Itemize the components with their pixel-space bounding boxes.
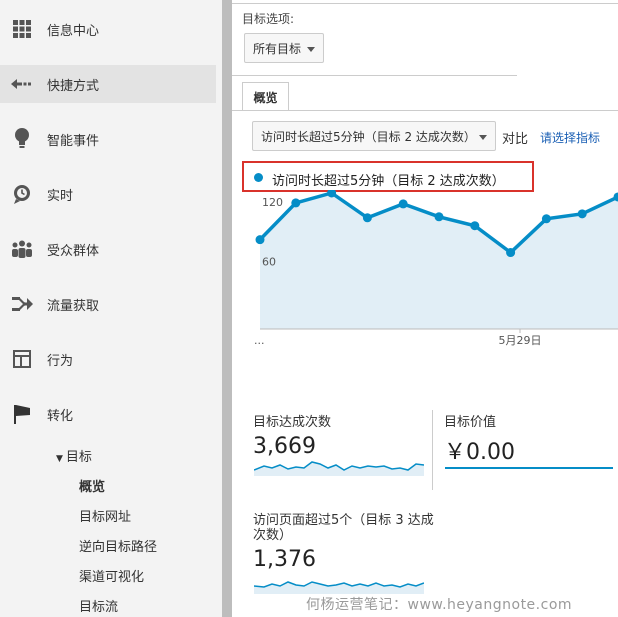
sidebar-item-label: 信息中心	[47, 23, 100, 39]
sidebar-item-goals[interactable]: ▼ 目标	[56, 446, 92, 465]
legend-dot	[254, 173, 263, 182]
goal-value-sparkline	[445, 467, 613, 469]
data-point[interactable]	[398, 199, 408, 209]
pages-goal-sparkline	[254, 581, 424, 594]
goal-select-value: 所有目标	[253, 41, 302, 56]
data-point[interactable]	[541, 214, 551, 224]
sidebar-item-shortcuts[interactable]: 快捷方式	[0, 65, 216, 103]
sidebar-item-behavior[interactable]: 行为	[0, 340, 216, 378]
goal-select[interactable]: 所有目标	[244, 33, 324, 63]
divider	[232, 3, 618, 4]
sidebar-item-goal-flow[interactable]: 目标流	[79, 596, 118, 615]
pages-goal-label: 访问页面超过5个（目标 3 达成次数）	[253, 513, 434, 543]
sidebar-item-label: 转化	[47, 408, 74, 424]
sidebar-scrollbar[interactable]	[222, 0, 232, 617]
data-point[interactable]	[506, 248, 516, 258]
sidebar-item-audience[interactable]: 受众群体	[0, 230, 216, 268]
sidebar-item-label: 快捷方式	[47, 78, 100, 94]
legend-highlight: 访问时长超过5分钟（目标 2 达成次数）	[242, 161, 534, 192]
sidebar-item-dashboard[interactable]: 信息中心	[0, 10, 216, 48]
sidebar-item-acquisition[interactable]: 流量获取	[0, 285, 216, 323]
goal-options-label: 目标选项:	[242, 12, 295, 26]
tab-overview[interactable]: 概览	[242, 82, 289, 111]
y-tick-label: 60	[262, 255, 276, 268]
legend-label: 访问时长超过5分钟（目标 2 达成次数）	[272, 174, 505, 189]
goal-completions-chart[interactable]: 120 60... 5月29日	[232, 190, 618, 360]
sidebar-item-goals-overview[interactable]: 概览	[79, 476, 105, 495]
data-point[interactable]	[255, 235, 265, 245]
goal-value-label: 目标价值	[444, 415, 497, 430]
sidebar-item-funnel-visualization[interactable]: 渠道可视化	[79, 566, 144, 585]
metric-select-value: 访问时长超过5分钟（目标 2 达成次数）	[261, 129, 476, 144]
merge-arrow-icon	[11, 293, 33, 315]
pages-goal-value: 1,376	[253, 547, 316, 572]
flag-icon	[11, 403, 33, 425]
caret-down-icon	[479, 135, 487, 140]
sidebar-item-label: 实时	[47, 188, 74, 204]
grid-icon	[11, 18, 33, 40]
sidebar-item-realtime[interactable]: 实时	[0, 175, 216, 213]
sidebar-item-label: 智能事件	[47, 133, 100, 149]
lightbulb-icon	[11, 128, 33, 150]
metric-select[interactable]: 访问时长超过5分钟（目标 2 达成次数）	[252, 121, 496, 151]
sidebar: 信息中心 快捷方式 智能事件 实时 受众群体 流量获取 行为 转化 ▼ 目标 概…	[0, 0, 222, 617]
sidebar-item-label: 流量获取	[47, 298, 100, 314]
data-point[interactable]	[577, 209, 587, 219]
data-point[interactable]	[291, 198, 301, 208]
sidebar-item-intelligence-events[interactable]: 智能事件	[0, 120, 216, 158]
main-panel: 目标选项: 所有目标 概览 访问时长超过5分钟（目标 2 达成次数） 对比 请选…	[232, 0, 618, 617]
goal-value-value: ￥0.00	[444, 440, 515, 465]
caret-down-icon: ▼	[56, 454, 63, 464]
people-icon	[11, 238, 33, 260]
goal-completions-label: 目标达成次数	[253, 415, 332, 430]
data-point[interactable]	[434, 212, 444, 222]
divider	[232, 75, 517, 76]
watermark: 何杨运营笔记：www.heyangnote.com	[306, 597, 573, 613]
caret-down-icon	[307, 47, 315, 52]
layout-icon	[11, 348, 33, 370]
y-tick-label: 120	[262, 196, 283, 209]
sidebar-item-label: 受众群体	[47, 243, 100, 259]
goal-completions-stat: 目标达成次数 3,669	[253, 411, 331, 459]
sidebar-item-goal-urls[interactable]: 目标网址	[79, 506, 131, 525]
goal-value-stat: 目标价值 ￥0.00	[444, 411, 515, 466]
choose-metric-link[interactable]: 请选择指标	[540, 129, 600, 146]
x-tick-label: ...	[254, 334, 265, 347]
sidebar-item-conversions[interactable]: 转化	[0, 395, 216, 433]
pages-goal-stat: 访问页面超过5个（目标 3 达成次数） 1,376	[253, 513, 443, 572]
clock-icon	[11, 183, 33, 205]
x-tick-label: 5月29日	[499, 334, 542, 347]
sidebar-item-reverse-goal-path[interactable]: 逆向目标路径	[79, 536, 157, 555]
sidebar-item-label: 行为	[47, 353, 74, 369]
data-point[interactable]	[470, 221, 480, 231]
shortcut-arrow-icon	[11, 73, 33, 95]
sidebar-item-label: 目标	[65, 450, 92, 465]
stat-separator	[432, 410, 433, 490]
compare-label: 对比	[502, 132, 529, 147]
data-point[interactable]	[362, 213, 372, 223]
goal-completions-sparkline	[254, 461, 424, 476]
tab-bar-line	[232, 110, 618, 111]
